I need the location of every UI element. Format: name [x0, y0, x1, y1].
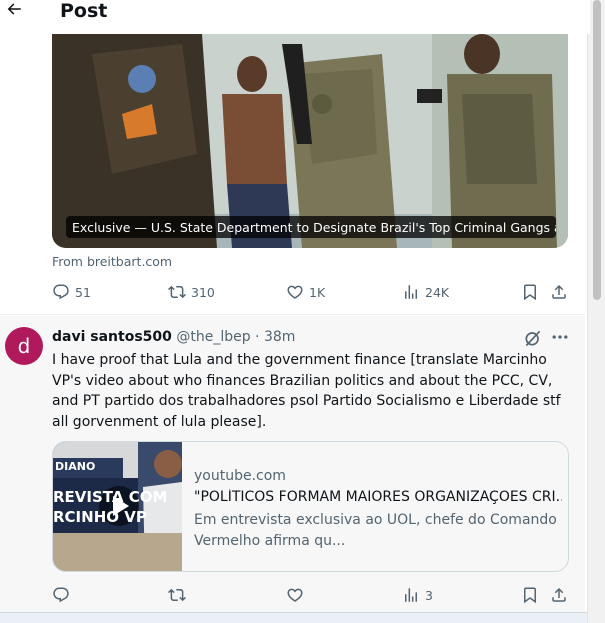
like-button[interactable]: 1K [286, 283, 325, 301]
user-handle[interactable]: @the_lbep [176, 329, 250, 345]
reply-action-bar: 3 [52, 584, 572, 606]
share-icon [552, 284, 566, 299]
bookmark-icon [524, 284, 536, 301]
scrollbar[interactable] [587, 0, 605, 623]
views-chart-icon [405, 588, 417, 602]
reply-button[interactable] [52, 586, 70, 604]
share-button[interactable] [550, 586, 568, 604]
page-title: Post [60, 0, 108, 22]
views-count: 24K [425, 284, 450, 300]
grok-icon[interactable] [523, 328, 543, 348]
arrow-left-icon [7, 3, 21, 15]
reply-header: davi santos500 @the_lbep · 38m [52, 329, 295, 345]
repost-button[interactable] [168, 586, 186, 604]
meta-separator: · [250, 329, 264, 345]
repost-icon [168, 285, 186, 299]
bookmark-icon [524, 587, 536, 604]
thumb-text-3: RCINHO VP [53, 508, 147, 526]
like-count: 1K [309, 284, 326, 300]
divider [0, 314, 585, 315]
thumb-text-2: REVISTA COM [53, 488, 168, 506]
like-button[interactable] [286, 586, 304, 604]
repost-button[interactable]: 310 [168, 283, 215, 301]
reply-icon [53, 284, 69, 300]
repost-count: 310 [191, 284, 215, 300]
reply-icon [53, 587, 69, 603]
views-chart-icon [405, 285, 417, 299]
window-bottom-edge [0, 612, 590, 623]
share-button[interactable] [550, 283, 568, 301]
reply-count: 51 [75, 284, 91, 300]
post-header: Post [0, 0, 590, 34]
views-button[interactable]: 3 [402, 586, 433, 604]
link-domain: youtube.com [194, 468, 286, 484]
heart-icon [287, 588, 303, 602]
thumb-text-1: DIANO [55, 460, 96, 473]
display-name[interactable]: davi santos500 [52, 329, 172, 345]
more-options-icon[interactable] [550, 327, 570, 347]
reply-text: I have proof that Lula and the governmen… [52, 352, 561, 430]
avatar[interactable]: d [5, 327, 43, 365]
bookmark-button[interactable] [521, 586, 539, 604]
heart-icon [287, 285, 303, 299]
article-caption: Exclusive — U.S. State Department to Des… [66, 216, 556, 238]
link-title: "POLÍTICOS FORMAM MAIORES ORGANIZAÇÕES C… [194, 489, 562, 505]
link-description: Em entrevista exclusiva ao UOL, chefe do… [194, 512, 557, 549]
views-count: 3 [425, 587, 433, 603]
article-source[interactable]: From breitbart.com [52, 254, 172, 269]
post-action-bar: 51 310 1K 24K [52, 281, 572, 303]
repost-icon [168, 588, 186, 602]
views-button[interactable]: 24K [402, 283, 449, 301]
avatar-letter: d [17, 334, 31, 358]
youtube-link-card[interactable]: DIANO REVISTA COM RCINHO VP youtube.com … [52, 441, 569, 572]
share-icon [552, 587, 566, 602]
back-button[interactable] [2, 0, 26, 20]
post-time[interactable]: 38m [264, 329, 295, 345]
scroll-thumb[interactable] [593, 0, 601, 300]
reply-button[interactable]: 51 [52, 283, 91, 301]
bookmark-button[interactable] [521, 283, 539, 301]
